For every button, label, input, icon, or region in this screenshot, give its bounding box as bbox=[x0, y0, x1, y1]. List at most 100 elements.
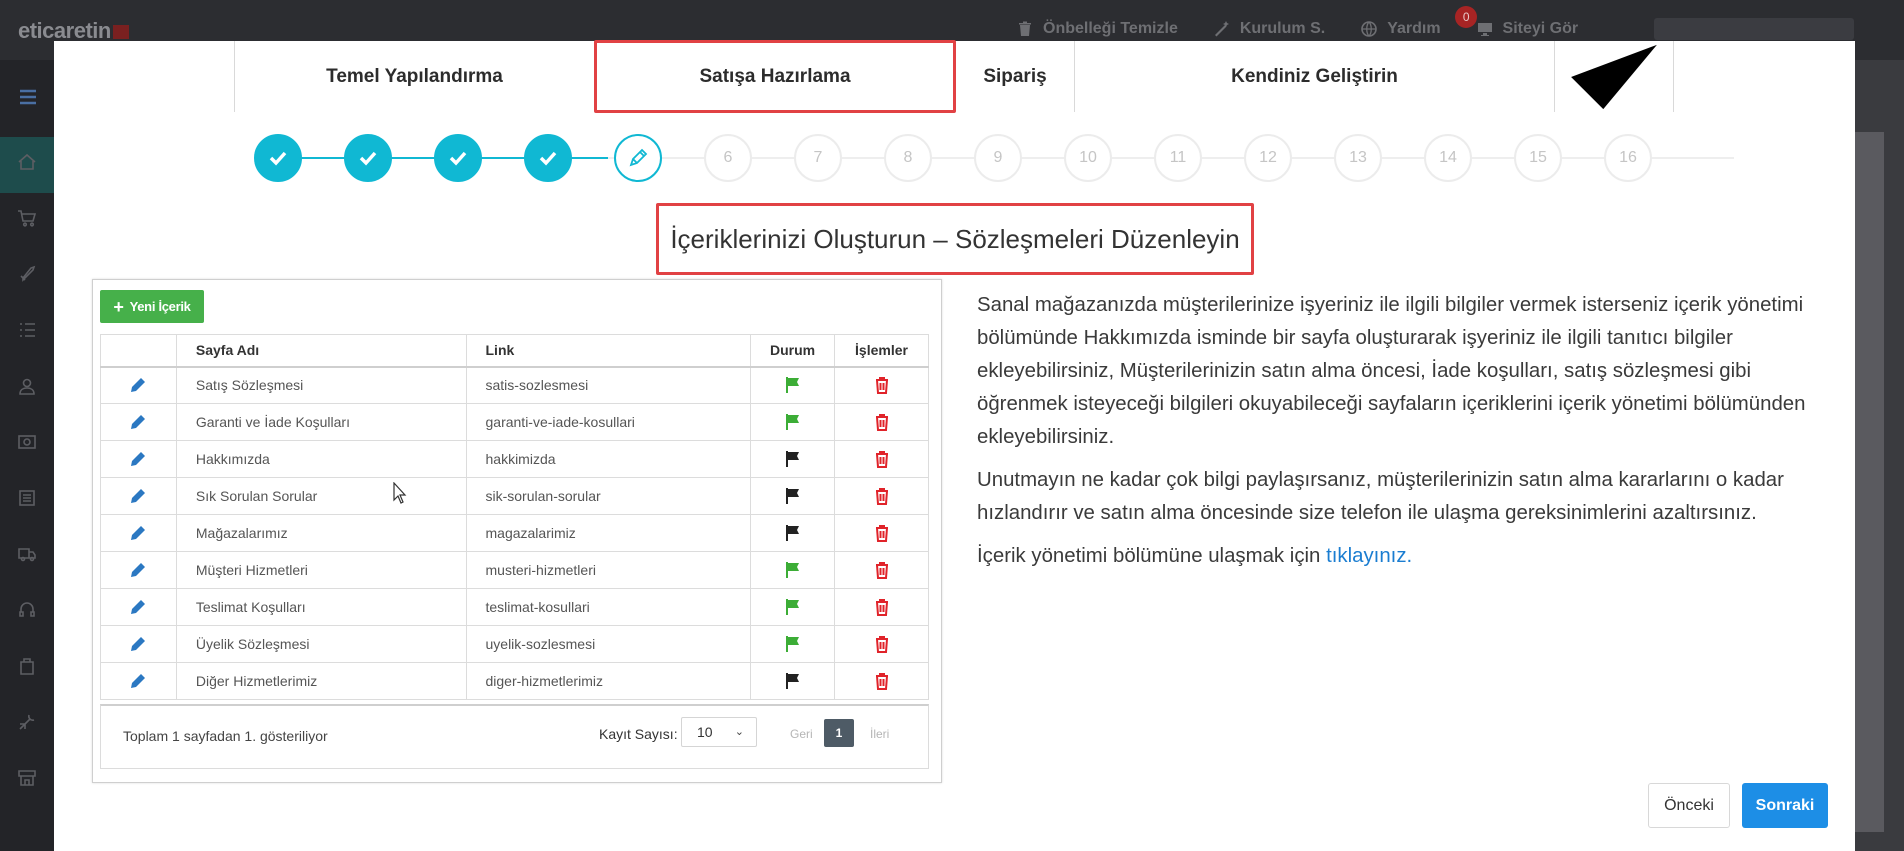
previous-button[interactable]: Önceki bbox=[1648, 783, 1730, 828]
check-icon bbox=[1571, 44, 1657, 109]
step-11[interactable]: 11 bbox=[1154, 134, 1202, 182]
pencil-icon[interactable] bbox=[128, 597, 148, 617]
page-name-cell: Garanti ve İade Koşulları bbox=[175, 403, 467, 441]
flag-icon[interactable] bbox=[784, 413, 802, 431]
pagination-page-1[interactable]: 1 bbox=[824, 719, 854, 747]
trash-icon[interactable] bbox=[872, 597, 892, 617]
new-content-button[interactable]: + Yeni İçerik bbox=[100, 290, 204, 323]
edit-cell bbox=[100, 588, 177, 626]
actions-cell bbox=[834, 625, 929, 663]
actions-cell bbox=[834, 366, 929, 404]
pencil-icon[interactable] bbox=[128, 671, 148, 691]
check-icon bbox=[449, 151, 467, 166]
step-16[interactable]: 16 bbox=[1604, 134, 1652, 182]
content-management-link[interactable]: tıklayınız. bbox=[1326, 545, 1412, 567]
eye-icon[interactable] bbox=[17, 432, 37, 452]
actions-cell bbox=[834, 551, 929, 589]
pencil-icon[interactable] bbox=[128, 523, 148, 543]
chevron-down-icon: ⌄ bbox=[734, 726, 744, 738]
trash-icon[interactable] bbox=[872, 560, 892, 580]
edit-cell bbox=[100, 662, 177, 700]
column-header-actions: İşlemler bbox=[834, 334, 929, 368]
document-icon[interactable] bbox=[17, 488, 37, 508]
list-icon[interactable] bbox=[17, 320, 37, 340]
tab-sales-preparation[interactable]: Satışa Hazırlama bbox=[594, 40, 956, 113]
truck-icon[interactable] bbox=[17, 544, 37, 564]
flag-icon[interactable] bbox=[784, 524, 802, 542]
cart-icon[interactable] bbox=[17, 208, 37, 228]
store-icon[interactable] bbox=[17, 768, 37, 788]
pencil-icon[interactable] bbox=[128, 449, 148, 469]
step-2-done[interactable] bbox=[344, 134, 392, 182]
pencil-icon[interactable] bbox=[128, 412, 148, 432]
pencil-icon[interactable] bbox=[128, 375, 148, 395]
table-footer: Toplam 1 sayfadan 1. gösteriliyor Kayıt … bbox=[100, 704, 929, 769]
headset-icon[interactable] bbox=[17, 600, 37, 620]
setup-link[interactable]: Kurulum S. bbox=[1214, 20, 1325, 38]
step-7[interactable]: 7 bbox=[794, 134, 842, 182]
tab-finish[interactable] bbox=[1554, 41, 1674, 112]
help-link[interactable]: Yardım 0 bbox=[1361, 6, 1478, 38]
column-header-page-name[interactable]: Sayfa Adı bbox=[175, 334, 467, 368]
page-name-cell: Mağazalarımız bbox=[175, 514, 467, 552]
actions-cell bbox=[834, 662, 929, 700]
clear-cache-link[interactable]: Önbelleği Temizle bbox=[1017, 20, 1178, 38]
step-15[interactable]: 15 bbox=[1514, 134, 1562, 182]
pencil-icon[interactable] bbox=[128, 486, 148, 506]
trash-icon[interactable] bbox=[872, 449, 892, 469]
step-13[interactable]: 13 bbox=[1334, 134, 1382, 182]
hamburger-icon[interactable] bbox=[18, 87, 38, 107]
step-4-done[interactable] bbox=[524, 134, 572, 182]
step-1-done[interactable] bbox=[254, 134, 302, 182]
flag-icon[interactable] bbox=[784, 672, 802, 690]
step-8[interactable]: 8 bbox=[884, 134, 932, 182]
next-button[interactable]: Sonraki bbox=[1742, 783, 1828, 828]
pencil-icon bbox=[629, 148, 648, 167]
column-header-status[interactable]: Durum bbox=[750, 334, 836, 368]
flag-icon[interactable] bbox=[784, 598, 802, 616]
flag-icon[interactable] bbox=[784, 561, 802, 579]
trash-icon[interactable] bbox=[872, 412, 892, 432]
pagination-next[interactable]: İleri bbox=[870, 727, 889, 741]
step-10[interactable]: 10 bbox=[1064, 134, 1112, 182]
step-3-done[interactable] bbox=[434, 134, 482, 182]
trash-icon[interactable] bbox=[872, 486, 892, 506]
tab-basic-configuration[interactable]: Temel Yapılandırma bbox=[234, 41, 594, 112]
user-menu[interactable] bbox=[1654, 18, 1854, 40]
step-12[interactable]: 12 bbox=[1244, 134, 1292, 182]
table-row: Mağazalarımız magazalarimiz bbox=[100, 514, 929, 552]
trash-icon[interactable] bbox=[872, 671, 892, 691]
flag-icon[interactable] bbox=[784, 635, 802, 653]
page-link-cell: hakkimizda bbox=[465, 440, 752, 478]
edit-cell bbox=[100, 551, 177, 589]
rocket-icon[interactable] bbox=[17, 264, 37, 284]
trash-icon[interactable] bbox=[872, 375, 892, 395]
step-9[interactable]: 9 bbox=[974, 134, 1022, 182]
flag-icon[interactable] bbox=[784, 450, 802, 468]
tab-improve-yourself[interactable]: Kendiniz Geliştirin bbox=[1074, 41, 1554, 112]
home-icon[interactable] bbox=[17, 152, 37, 172]
pagination-summary: Toplam 1 sayfadan 1. gösteriliyor bbox=[123, 728, 328, 744]
records-per-page-select[interactable]: 10 ⌄ bbox=[681, 717, 757, 747]
pencil-icon[interactable] bbox=[128, 634, 148, 654]
tab-order[interactable]: Sipariş bbox=[956, 41, 1074, 112]
edit-cell bbox=[100, 514, 177, 552]
column-header-link[interactable]: Link bbox=[465, 334, 752, 368]
user-icon[interactable] bbox=[17, 376, 37, 396]
pencil-icon[interactable] bbox=[128, 560, 148, 580]
check-icon bbox=[269, 151, 287, 166]
tools-icon[interactable] bbox=[17, 712, 37, 732]
bag-icon[interactable] bbox=[17, 656, 37, 676]
flag-icon[interactable] bbox=[784, 376, 802, 394]
trash-icon[interactable] bbox=[872, 523, 892, 543]
pagination-prev[interactable]: Geri bbox=[790, 727, 813, 741]
edit-cell bbox=[100, 366, 177, 404]
flag-icon[interactable] bbox=[784, 487, 802, 505]
step-heading: İçeriklerinizi Oluşturun – Sözleşmeleri … bbox=[656, 203, 1254, 275]
page-name-cell: Üyelik Sözleşmesi bbox=[175, 625, 467, 663]
trash-icon[interactable] bbox=[872, 634, 892, 654]
step-14[interactable]: 14 bbox=[1424, 134, 1472, 182]
step-6[interactable]: 6 bbox=[704, 134, 752, 182]
step-5-current[interactable] bbox=[614, 134, 662, 182]
page-name-cell: Satış Sözleşmesi bbox=[175, 366, 467, 404]
